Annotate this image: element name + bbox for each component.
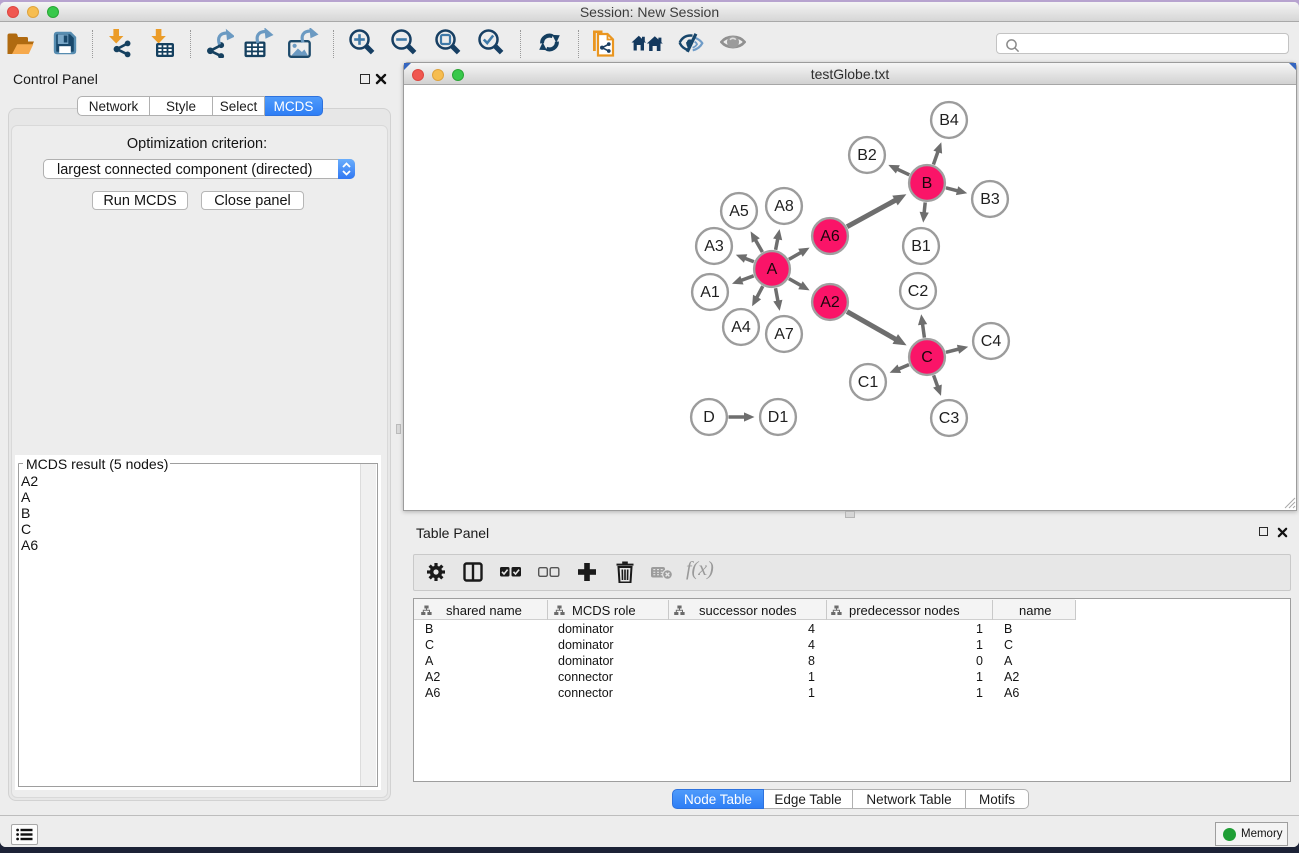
svg-text:A3: A3	[704, 238, 724, 255]
svg-text:B1: B1	[911, 238, 931, 255]
svg-text:A2: A2	[820, 294, 840, 311]
svg-text:B2: B2	[857, 147, 877, 164]
svg-text:C2: C2	[908, 283, 929, 300]
svg-text:A7: A7	[774, 326, 794, 343]
svg-text:C1: C1	[858, 374, 879, 391]
svg-text:D1: D1	[768, 409, 789, 426]
svg-text:C4: C4	[981, 333, 1002, 350]
svg-text:A5: A5	[729, 203, 749, 220]
svg-text:A: A	[767, 261, 778, 278]
svg-text:B: B	[922, 175, 933, 192]
svg-text:A8: A8	[774, 198, 794, 215]
svg-text:A6: A6	[820, 228, 840, 245]
svg-text:D: D	[703, 409, 715, 426]
svg-text:A1: A1	[700, 284, 720, 301]
svg-text:A4: A4	[731, 319, 751, 336]
svg-text:B3: B3	[980, 191, 1000, 208]
svg-text:B4: B4	[939, 112, 959, 129]
svg-text:C: C	[921, 349, 933, 366]
svg-text:C3: C3	[939, 410, 960, 427]
